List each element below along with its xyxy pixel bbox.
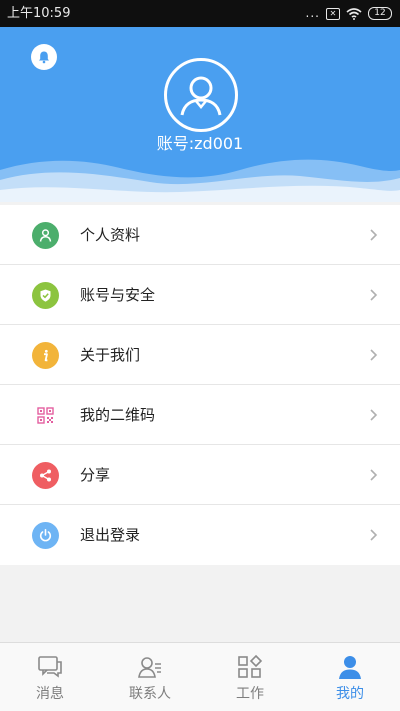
notification-button[interactable] — [31, 44, 57, 70]
tab-work[interactable]: 工作 — [200, 643, 300, 711]
account-label: 账号:zd001 — [156, 134, 244, 153]
menu-item-security[interactable]: 账号与安全 — [0, 265, 400, 325]
chevron-right-icon — [370, 529, 378, 541]
chevron-right-icon — [370, 469, 378, 481]
bell-icon — [39, 51, 49, 64]
menu-item-about[interactable]: 关于我们 — [0, 325, 400, 385]
chevron-right-icon — [370, 409, 378, 421]
wifi-icon — [346, 7, 362, 20]
menu-label: 我的二维码 — [80, 406, 156, 424]
grid-icon — [238, 654, 263, 678]
tab-mine[interactable]: 我的 — [300, 643, 400, 711]
menu-item-share[interactable]: 分享 — [0, 445, 400, 505]
avatar[interactable] — [164, 58, 238, 132]
user-avatar-icon — [180, 76, 222, 116]
tab-label: 消息 — [36, 686, 64, 702]
person-icon — [32, 222, 59, 249]
contacts-icon — [138, 657, 161, 678]
menu-item-profile[interactable]: 个人资料 — [0, 205, 400, 265]
user-icon — [339, 656, 361, 679]
settings-menu: 个人资料 账号与安全 关于我们 我的二维码 分享 退出登录 — [0, 205, 400, 565]
menu-item-logout[interactable]: 退出登录 — [0, 505, 400, 565]
menu-item-qr-code[interactable]: 我的二维码 — [0, 385, 400, 445]
menu-label: 个人资料 — [80, 226, 141, 244]
status-icons: ... ✕ 12 — [306, 0, 392, 27]
empty-area — [0, 571, 400, 642]
menu-label: 关于我们 — [80, 346, 141, 364]
tab-contacts[interactable]: 联系人 — [100, 643, 200, 711]
battery-icon: 12 — [368, 7, 392, 20]
chevron-right-icon — [370, 229, 378, 241]
bottom-tab-bar: 消息 联系人 工作 我的 — [0, 642, 400, 711]
power-icon — [32, 522, 59, 549]
qr-code-icon — [32, 402, 59, 429]
no-sim-icon: ✕ — [326, 7, 340, 20]
tab-label: 联系人 — [129, 686, 171, 702]
shield-check-icon — [32, 282, 59, 309]
wave-decoration — [0, 159, 400, 202]
status-dots: ... — [305, 6, 320, 20]
chat-icon — [38, 656, 62, 678]
tab-label: 工作 — [236, 686, 264, 702]
menu-label: 账号与安全 — [80, 286, 156, 304]
share-icon — [32, 462, 59, 489]
menu-label: 退出登录 — [80, 526, 141, 544]
profile-header: 账号:zd001 — [0, 27, 400, 202]
chevron-right-icon — [370, 349, 378, 361]
tab-messages[interactable]: 消息 — [0, 643, 100, 711]
status-bar: 上午10:59 ... ✕ 12 — [0, 0, 400, 27]
tab-label: 我的 — [336, 686, 364, 702]
chevron-right-icon — [370, 289, 378, 301]
menu-label: 分享 — [80, 466, 111, 484]
status-time: 上午10:59 — [7, 6, 71, 21]
info-icon — [32, 342, 59, 369]
